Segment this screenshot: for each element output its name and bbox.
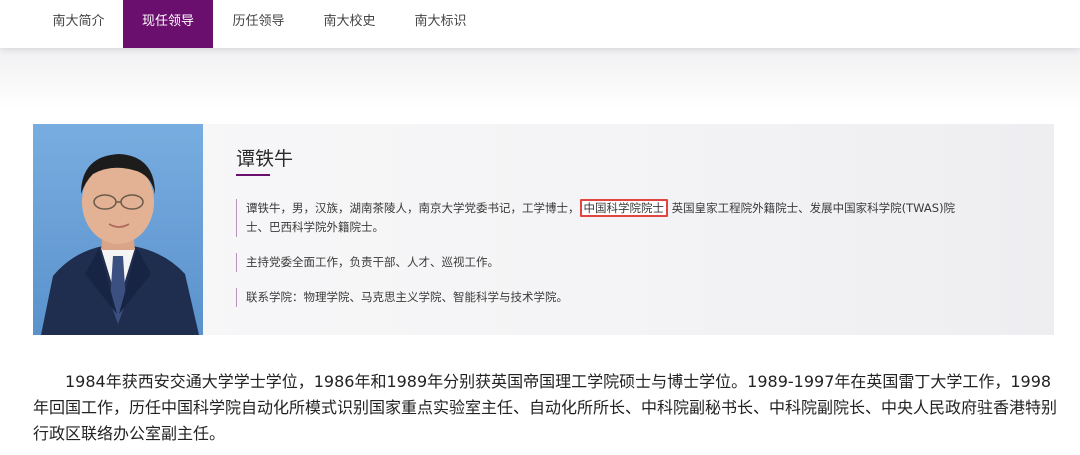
- bio-block: 谭铁牛，男，汉族，湖南茶陵人，南京大学党委书记，工学博士， 中国科学院院士 英国皇…: [236, 199, 996, 237]
- profile-card: 谭铁牛 谭铁牛，男，汉族，湖南茶陵人，南京大学党委书记，工学博士， 中国科学院院士…: [33, 124, 1054, 335]
- nav-item-identity[interactable]: 南大标识: [395, 0, 486, 48]
- bio-text-post-1: 英国皇家工程院外籍院士、发展中国家科学院(TWAS)院: [668, 201, 956, 215]
- biography-paragraph: 1984年获西安交通大学学士学位，1986年和1989年分别获英国帝国理工学院硕…: [33, 372, 1058, 443]
- top-nav: 南大简介 现任领导 历任领导 南大校史 南大标识: [0, 0, 1080, 48]
- nav-item-history[interactable]: 南大校史: [304, 0, 395, 48]
- duty-block: 主持党委全面工作，负责干部、人才、巡视工作。: [236, 253, 996, 272]
- nav-item-former-leaders[interactable]: 历任领导: [213, 0, 304, 48]
- duty-text: 主持党委全面工作，负责干部、人才、巡视工作。: [246, 255, 499, 269]
- bio-text-pre: 谭铁牛，男，汉族，湖南茶陵人，南京大学党委书记，工学博士，: [246, 201, 580, 215]
- name-underline: [236, 174, 270, 176]
- portrait-photo: [33, 124, 203, 335]
- contact-block: 联系学院：物理学院、马克思主义学院、智能科学与技术学院。: [236, 288, 996, 307]
- leader-name: 谭铁牛: [236, 148, 294, 170]
- nav-item-about[interactable]: 南大简介: [34, 0, 123, 48]
- header-shadow-band: [0, 48, 1080, 108]
- bio-highlight-cas-academician: 中国科学院院士: [579, 199, 668, 217]
- nav-item-current-leaders[interactable]: 现任领导: [123, 0, 213, 48]
- bio-text-post-2: 士、巴西科学院外籍院士。: [246, 220, 384, 234]
- contact-text: 联系学院：物理学院、马克思主义学院、智能科学与技术学院。: [246, 290, 568, 304]
